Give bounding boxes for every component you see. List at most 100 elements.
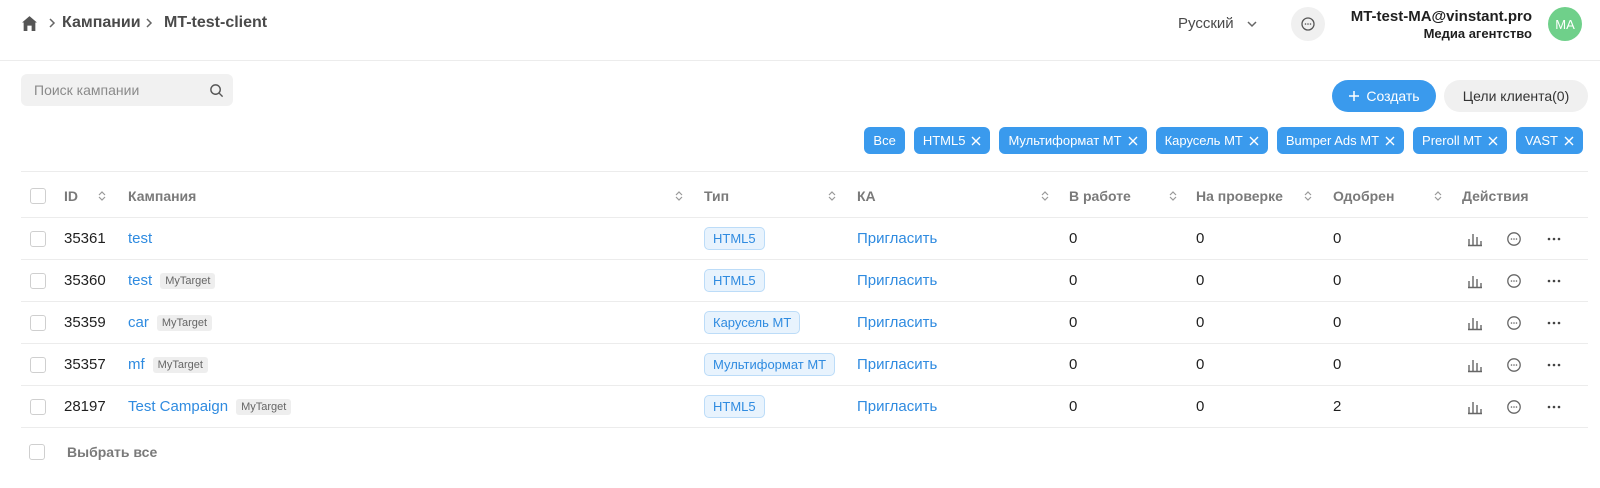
bar-chart-icon[interactable] [1466,314,1484,332]
create-button[interactable]: Создать [1332,80,1436,112]
campaign-link[interactable]: Test Campaign [128,398,228,415]
select-all-checkbox[interactable] [29,444,45,460]
filter-chip-all[interactable]: Все [864,127,905,154]
source-badge: MyTarget [236,398,292,415]
filter-chip[interactable]: Bumper Ads МТ [1276,127,1405,154]
invite-link[interactable]: Пригласить [857,386,937,427]
chat-bubble-icon [1301,17,1315,31]
bar-chart-icon[interactable] [1466,230,1484,248]
invite-link[interactable]: Пригласить [857,260,937,301]
approved-count: 0 [1333,314,1342,331]
comment-icon[interactable] [1505,272,1523,290]
approved-count: 0 [1333,230,1342,247]
comment-icon[interactable] [1505,230,1523,248]
filter-chip[interactable]: Карусель МТ [1155,127,1268,154]
close-icon[interactable] [971,136,981,146]
user-role: Медиа агентство [1423,26,1532,41]
more-icon[interactable] [1545,356,1563,374]
column-type[interactable]: Тип [704,174,729,217]
chip-label: Мультиформат МТ [1008,133,1122,148]
invite-link[interactable]: Пригласить [857,218,937,259]
filter-chip[interactable]: VAST [1516,127,1583,154]
column-review[interactable]: На проверке [1196,174,1283,217]
row-checkbox[interactable] [30,230,46,247]
breadcrumb-client: MT-test-client [164,14,268,31]
row-id: 35359 [64,314,106,331]
sort-icon[interactable] [1041,190,1049,202]
select-all-header-checkbox[interactable] [30,187,46,204]
close-icon[interactable] [1249,136,1259,146]
sort-icon[interactable] [1434,190,1442,202]
invite-link[interactable]: Пригласить [857,302,937,343]
avatar[interactable]: MA [1548,7,1582,41]
comment-icon[interactable] [1505,398,1523,416]
sort-icon[interactable] [1169,190,1177,202]
chevron-right-icon [146,18,153,28]
campaign-link[interactable]: mf [128,356,145,373]
home-icon[interactable] [21,15,38,32]
row-checkbox[interactable] [30,356,46,373]
sort-icon[interactable] [828,190,836,202]
sort-icon[interactable] [98,190,106,202]
comment-icon[interactable] [1505,314,1523,332]
close-icon[interactable] [1564,136,1574,146]
column-actions: Действия [1462,187,1529,204]
source-badge: MyTarget [156,314,213,331]
more-icon[interactable] [1545,314,1563,332]
campaign-link[interactable]: test [128,230,152,247]
bar-chart-icon[interactable] [1466,398,1484,416]
table-header: ID Кампания Тип КА В работе На проверке … [21,174,1588,218]
review-count: 0 [1196,398,1205,415]
chip-label: HTML5 [922,133,966,148]
review-count: 0 [1196,314,1205,331]
source-badge: MyTarget [152,356,208,373]
column-campaign[interactable]: Кампания [128,174,196,217]
column-ka[interactable]: КА [857,174,876,217]
close-icon[interactable] [1488,136,1498,146]
select-all-label[interactable]: Выбрать все [67,444,157,460]
bar-chart-icon[interactable] [1466,356,1484,374]
more-icon[interactable] [1545,272,1563,290]
bar-chart-icon[interactable] [1466,272,1484,290]
filter-chip[interactable]: HTML5 [913,127,991,154]
row-checkbox[interactable] [30,272,46,289]
review-count: 0 [1196,230,1205,247]
row-checkbox[interactable] [30,314,46,331]
approved-count: 0 [1333,272,1342,289]
close-icon[interactable] [1385,136,1395,146]
row-checkbox[interactable] [30,398,46,415]
close-icon[interactable] [1128,136,1138,146]
filter-chip[interactable]: Мультиформат МТ [999,127,1147,154]
more-icon[interactable] [1545,230,1563,248]
campaign-link[interactable]: test [128,272,152,289]
campaign-link[interactable]: car [128,314,149,331]
type-tag: Мультиформат МТ [704,353,836,376]
column-approved[interactable]: Одобрен [1333,174,1394,217]
type-tag: Карусель МТ [704,311,801,334]
client-goals-button[interactable]: Цели клиента(0) [1444,80,1588,112]
sort-icon[interactable] [675,190,683,202]
more-icon[interactable] [1545,398,1563,416]
sort-icon[interactable] [1304,190,1312,202]
search-input[interactable] [21,74,201,106]
column-id[interactable]: ID [64,174,78,217]
chip-label: Bumper Ads МТ [1285,133,1380,148]
comment-icon[interactable] [1505,356,1523,374]
filter-chip[interactable]: Preroll MT [1413,127,1507,154]
table-row: 35359 car MyTarget Карусель МТ Пригласить… [21,302,1588,344]
table-row: 28197 Test Campaign MyTarget HTML5 Пригла… [21,386,1588,428]
breadcrumb-campaigns[interactable]: Кампании [62,14,141,32]
table-row: 35357 mf MyTarget Мультиформат МТ Приглас… [21,344,1588,386]
search-box [21,74,233,106]
in-work-count: 0 [1069,398,1078,415]
column-in-work[interactable]: В работе [1069,174,1131,217]
table-divider [21,171,1588,172]
source-badge: MyTarget [160,272,216,289]
review-count: 0 [1196,272,1205,289]
chat-button[interactable] [1291,7,1325,41]
search-icon[interactable] [209,83,224,98]
invite-link[interactable]: Пригласить [857,344,937,385]
language-select[interactable]: Русский [1178,15,1234,32]
table-row: 35360 test MyTarget HTML5 Пригласить 0 0 … [21,260,1588,302]
chevron-down-icon[interactable] [1246,19,1258,29]
